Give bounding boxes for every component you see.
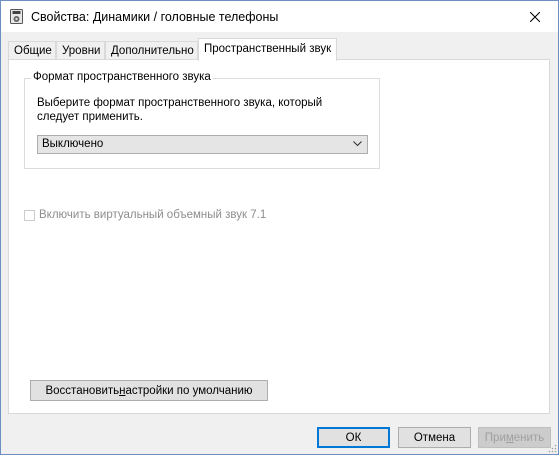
group-title: Формат пространственного звука <box>31 71 213 83</box>
tab-levels[interactable]: Уровни <box>56 41 105 59</box>
close-button[interactable] <box>512 1 558 32</box>
restore-label-end: астройки по умолчанию <box>125 384 253 397</box>
ok-button[interactable]: ОК <box>317 427 390 448</box>
spatial-format-group: Формат пространственного звука Выберите … <box>24 71 380 169</box>
virtual-surround-option: Включить виртуальный объемный звук 7.1 <box>24 208 266 222</box>
speaker-icon <box>10 9 23 24</box>
tab-spatial-sound[interactable]: Пространственный звук <box>198 38 337 61</box>
ok-label: ОК <box>345 431 362 444</box>
cancel-label: Отмена <box>413 431 456 444</box>
tab-label: Общие <box>14 45 52 57</box>
chevron-down-icon <box>353 141 362 147</box>
tab-label: Уровни <box>62 45 101 57</box>
tab-strip: Общие Уровни Дополнительно Пространствен… <box>8 38 553 61</box>
tab-label: Пространственный звук <box>204 43 332 55</box>
restore-defaults-button[interactable]: Восстановить н астройки по умолчанию <box>30 380 268 401</box>
apply-label-accel: м <box>505 431 514 444</box>
close-icon <box>530 11 540 22</box>
apply-label-start: При <box>484 431 506 444</box>
window-title: Свойства: Динамики / головные телефоны <box>31 10 279 24</box>
tab-label: Дополнительно <box>111 45 194 57</box>
restore-label-start: Восстановить <box>45 384 120 397</box>
cancel-button[interactable]: Отмена <box>398 427 471 448</box>
tab-general[interactable]: Общие <box>8 41 56 59</box>
tab-panel-spatial-sound: Формат пространственного звука Выберите … <box>8 59 550 414</box>
title-bar[interactable]: Свойства: Динамики / головные телефоны <box>1 1 558 32</box>
virtual-surround-checkbox[interactable] <box>24 209 35 221</box>
format-description: Выберите формат пространственного звука,… <box>37 97 323 123</box>
virtual-surround-label: Включить виртуальный объемный звук 7.1 <box>39 209 267 221</box>
apply-label-end: енить <box>513 431 545 444</box>
resize-grip-icon[interactable] <box>547 443 557 453</box>
spatial-format-dropdown[interactable]: Выключено <box>37 135 368 154</box>
properties-dialog: Свойства: Динамики / головные телефоны О… <box>0 0 559 455</box>
apply-button[interactable]: При м енить <box>478 427 551 448</box>
tab-advanced[interactable]: Дополнительно <box>105 41 198 59</box>
dropdown-value: Выключено <box>42 138 104 150</box>
